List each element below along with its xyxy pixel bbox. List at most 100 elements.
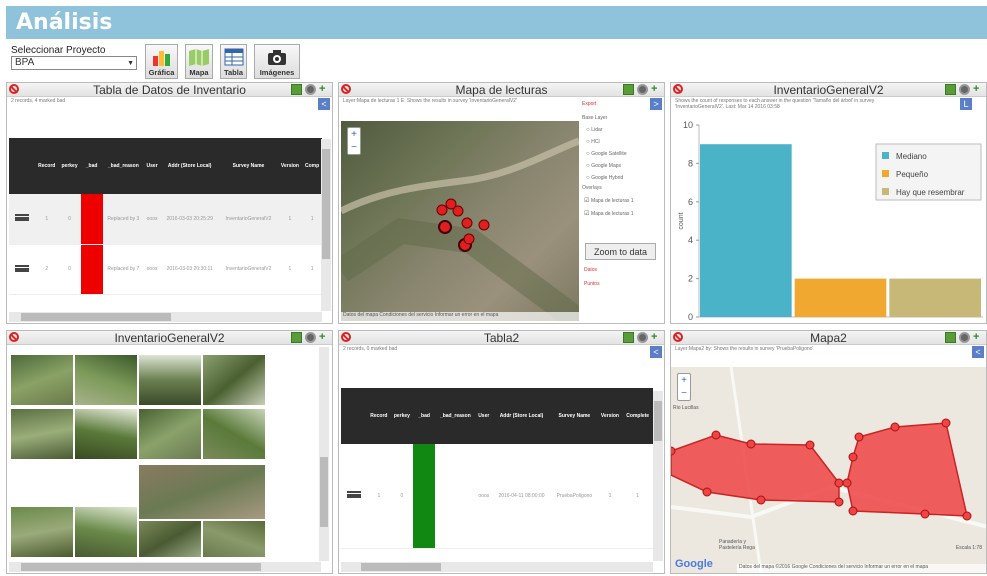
vertical-scrollbar[interactable] bbox=[321, 139, 331, 311]
column-header[interactable]: Complete bbox=[622, 388, 653, 444]
data-link[interactable]: Datos bbox=[584, 267, 600, 273]
bar bbox=[889, 278, 981, 317]
photo-thumbnail[interactable] bbox=[75, 355, 137, 405]
panel-title: Tabla2 bbox=[483, 331, 520, 345]
horizontal-scrollbar[interactable] bbox=[341, 562, 653, 572]
nav-left-button[interactable]: < bbox=[650, 346, 662, 358]
zoom-in-icon[interactable]: + bbox=[678, 374, 690, 387]
add-icon[interactable]: + bbox=[651, 332, 662, 343]
photo-thumbnail[interactable] bbox=[75, 409, 137, 459]
photo-thumbnail[interactable] bbox=[139, 355, 201, 405]
column-header[interactable]: Comp bbox=[302, 138, 322, 194]
vertical-scrollbar[interactable] bbox=[319, 347, 329, 561]
column-header[interactable]: Record bbox=[35, 138, 59, 194]
photo-thumbnail[interactable] bbox=[139, 465, 265, 519]
table-row[interactable]: 1 0 Replaced by 3 ooos 2016-03-03 20:25:… bbox=[9, 194, 322, 245]
column-header[interactable]: Version bbox=[597, 388, 623, 444]
column-header[interactable]: _bad_reason bbox=[102, 138, 145, 194]
zoom-control[interactable]: + − bbox=[677, 373, 691, 401]
nav-left-button[interactable]: < bbox=[972, 346, 984, 358]
download-icon[interactable] bbox=[945, 332, 956, 343]
chart-button[interactable]: Gráfica bbox=[145, 44, 178, 79]
photo-thumbnail[interactable] bbox=[75, 507, 137, 557]
nav-right-button[interactable]: > bbox=[650, 98, 662, 110]
panel-titlebar: InventarioGeneralV2 + bbox=[7, 331, 332, 345]
bar bbox=[700, 144, 792, 317]
overlay-checkbox[interactable]: Mapa de lecturas 1 bbox=[584, 210, 662, 217]
photo-thumbnail[interactable] bbox=[11, 507, 73, 557]
zoom-control[interactable]: + − bbox=[347, 127, 361, 155]
column-header[interactable]: User bbox=[144, 138, 161, 194]
column-header[interactable]: _bad bbox=[80, 138, 103, 194]
cell-version: 1 bbox=[597, 444, 623, 549]
photo-thumbnail[interactable] bbox=[203, 521, 265, 557]
page-title: Análisis bbox=[16, 10, 113, 35]
column-header[interactable]: perkey bbox=[390, 388, 414, 444]
add-icon[interactable]: + bbox=[319, 332, 330, 343]
overlay-checkbox[interactable]: Mapa de lecturas 1 bbox=[584, 197, 662, 204]
zoom-out-icon[interactable]: − bbox=[348, 141, 360, 154]
column-header[interactable]: Version bbox=[277, 138, 303, 194]
column-header[interactable]: Survey Name bbox=[219, 138, 278, 194]
photo-thumbnail[interactable] bbox=[139, 409, 201, 459]
menu-icon[interactable] bbox=[15, 214, 29, 222]
table-row[interactable]: 2 0 Replaced by 7 ooos 2016-03-03 20:30:… bbox=[9, 244, 322, 295]
cell-version: 1 bbox=[277, 194, 303, 245]
base-layer-option[interactable]: Google Maps bbox=[586, 163, 662, 169]
gear-icon[interactable] bbox=[959, 332, 970, 343]
column-header[interactable]: User bbox=[475, 388, 492, 444]
gear-icon[interactable] bbox=[305, 332, 316, 343]
table-button[interactable]: Tabla bbox=[220, 44, 247, 79]
zoom-in-icon[interactable]: + bbox=[348, 128, 360, 141]
base-layer-option[interactable]: Google Hybrid bbox=[586, 175, 662, 181]
download-icon[interactable] bbox=[291, 332, 302, 343]
base-layer-option[interactable]: Google Satellite bbox=[586, 151, 662, 157]
photo-thumbnail[interactable] bbox=[11, 409, 73, 459]
menu-icon[interactable] bbox=[347, 491, 361, 499]
download-icon[interactable] bbox=[623, 84, 634, 95]
add-icon[interactable]: + bbox=[973, 332, 984, 343]
satellite-map[interactable]: + − Datos del mapa Condiciones del servic… bbox=[341, 121, 579, 321]
points-link[interactable]: Puntos bbox=[584, 281, 600, 287]
column-header[interactable]: Record bbox=[367, 388, 391, 444]
gear-icon[interactable] bbox=[637, 84, 648, 95]
nav-left-button[interactable]: < bbox=[318, 98, 330, 110]
zoom-out-icon[interactable]: − bbox=[678, 387, 690, 400]
map-button[interactable]: Mapa bbox=[185, 44, 213, 79]
horizontal-scrollbar[interactable] bbox=[9, 562, 321, 572]
gear-icon[interactable] bbox=[305, 84, 316, 95]
download-icon[interactable] bbox=[945, 84, 956, 95]
photo-thumbnail[interactable] bbox=[11, 355, 73, 405]
add-icon[interactable]: + bbox=[319, 84, 330, 95]
add-icon[interactable]: + bbox=[651, 84, 662, 95]
inventory-chart-panel: InventarioGeneralV2 + Shows the count of… bbox=[670, 82, 987, 324]
column-header[interactable]: Survey Name bbox=[551, 388, 598, 444]
table-row[interactable]: 1 0 ooos 2016-04-11 08:00:00 PruebaPolig… bbox=[341, 444, 653, 549]
reading-point bbox=[461, 217, 473, 229]
column-header[interactable]: Addr (Store Local) bbox=[491, 388, 552, 444]
gear-icon[interactable] bbox=[959, 84, 970, 95]
column-header[interactable]: _bad bbox=[413, 388, 436, 444]
project-select[interactable]: BPA ▼ bbox=[11, 56, 137, 70]
download-icon[interactable] bbox=[291, 84, 302, 95]
camera-icon bbox=[268, 50, 286, 65]
panel-title: Mapa2 bbox=[810, 331, 847, 345]
zoom-to-data-button[interactable]: Zoom to data bbox=[585, 243, 656, 260]
photo-thumbnail[interactable] bbox=[203, 355, 265, 405]
add-icon[interactable]: + bbox=[973, 84, 984, 95]
photo-thumbnail[interactable] bbox=[139, 521, 201, 557]
road-map[interactable]: + − Rio Lucillas Panadería y Pastelería R… bbox=[671, 367, 986, 573]
column-header[interactable]: _bad_reason bbox=[435, 388, 476, 444]
base-layer-option[interactable]: HCl bbox=[586, 139, 662, 145]
horizontal-scrollbar[interactable] bbox=[9, 312, 322, 322]
gear-icon[interactable] bbox=[637, 332, 648, 343]
menu-icon[interactable] bbox=[15, 264, 29, 272]
download-icon[interactable] bbox=[623, 332, 634, 343]
polygon-shape bbox=[846, 422, 968, 517]
base-layer-option[interactable]: Lidar bbox=[586, 127, 662, 133]
column-header[interactable]: Addr (Store Local) bbox=[160, 138, 220, 194]
vertical-scrollbar[interactable] bbox=[653, 391, 663, 561]
images-button[interactable]: Imágenes bbox=[254, 44, 300, 79]
photo-thumbnail[interactable] bbox=[203, 409, 265, 459]
column-header[interactable]: perkey bbox=[58, 138, 81, 194]
